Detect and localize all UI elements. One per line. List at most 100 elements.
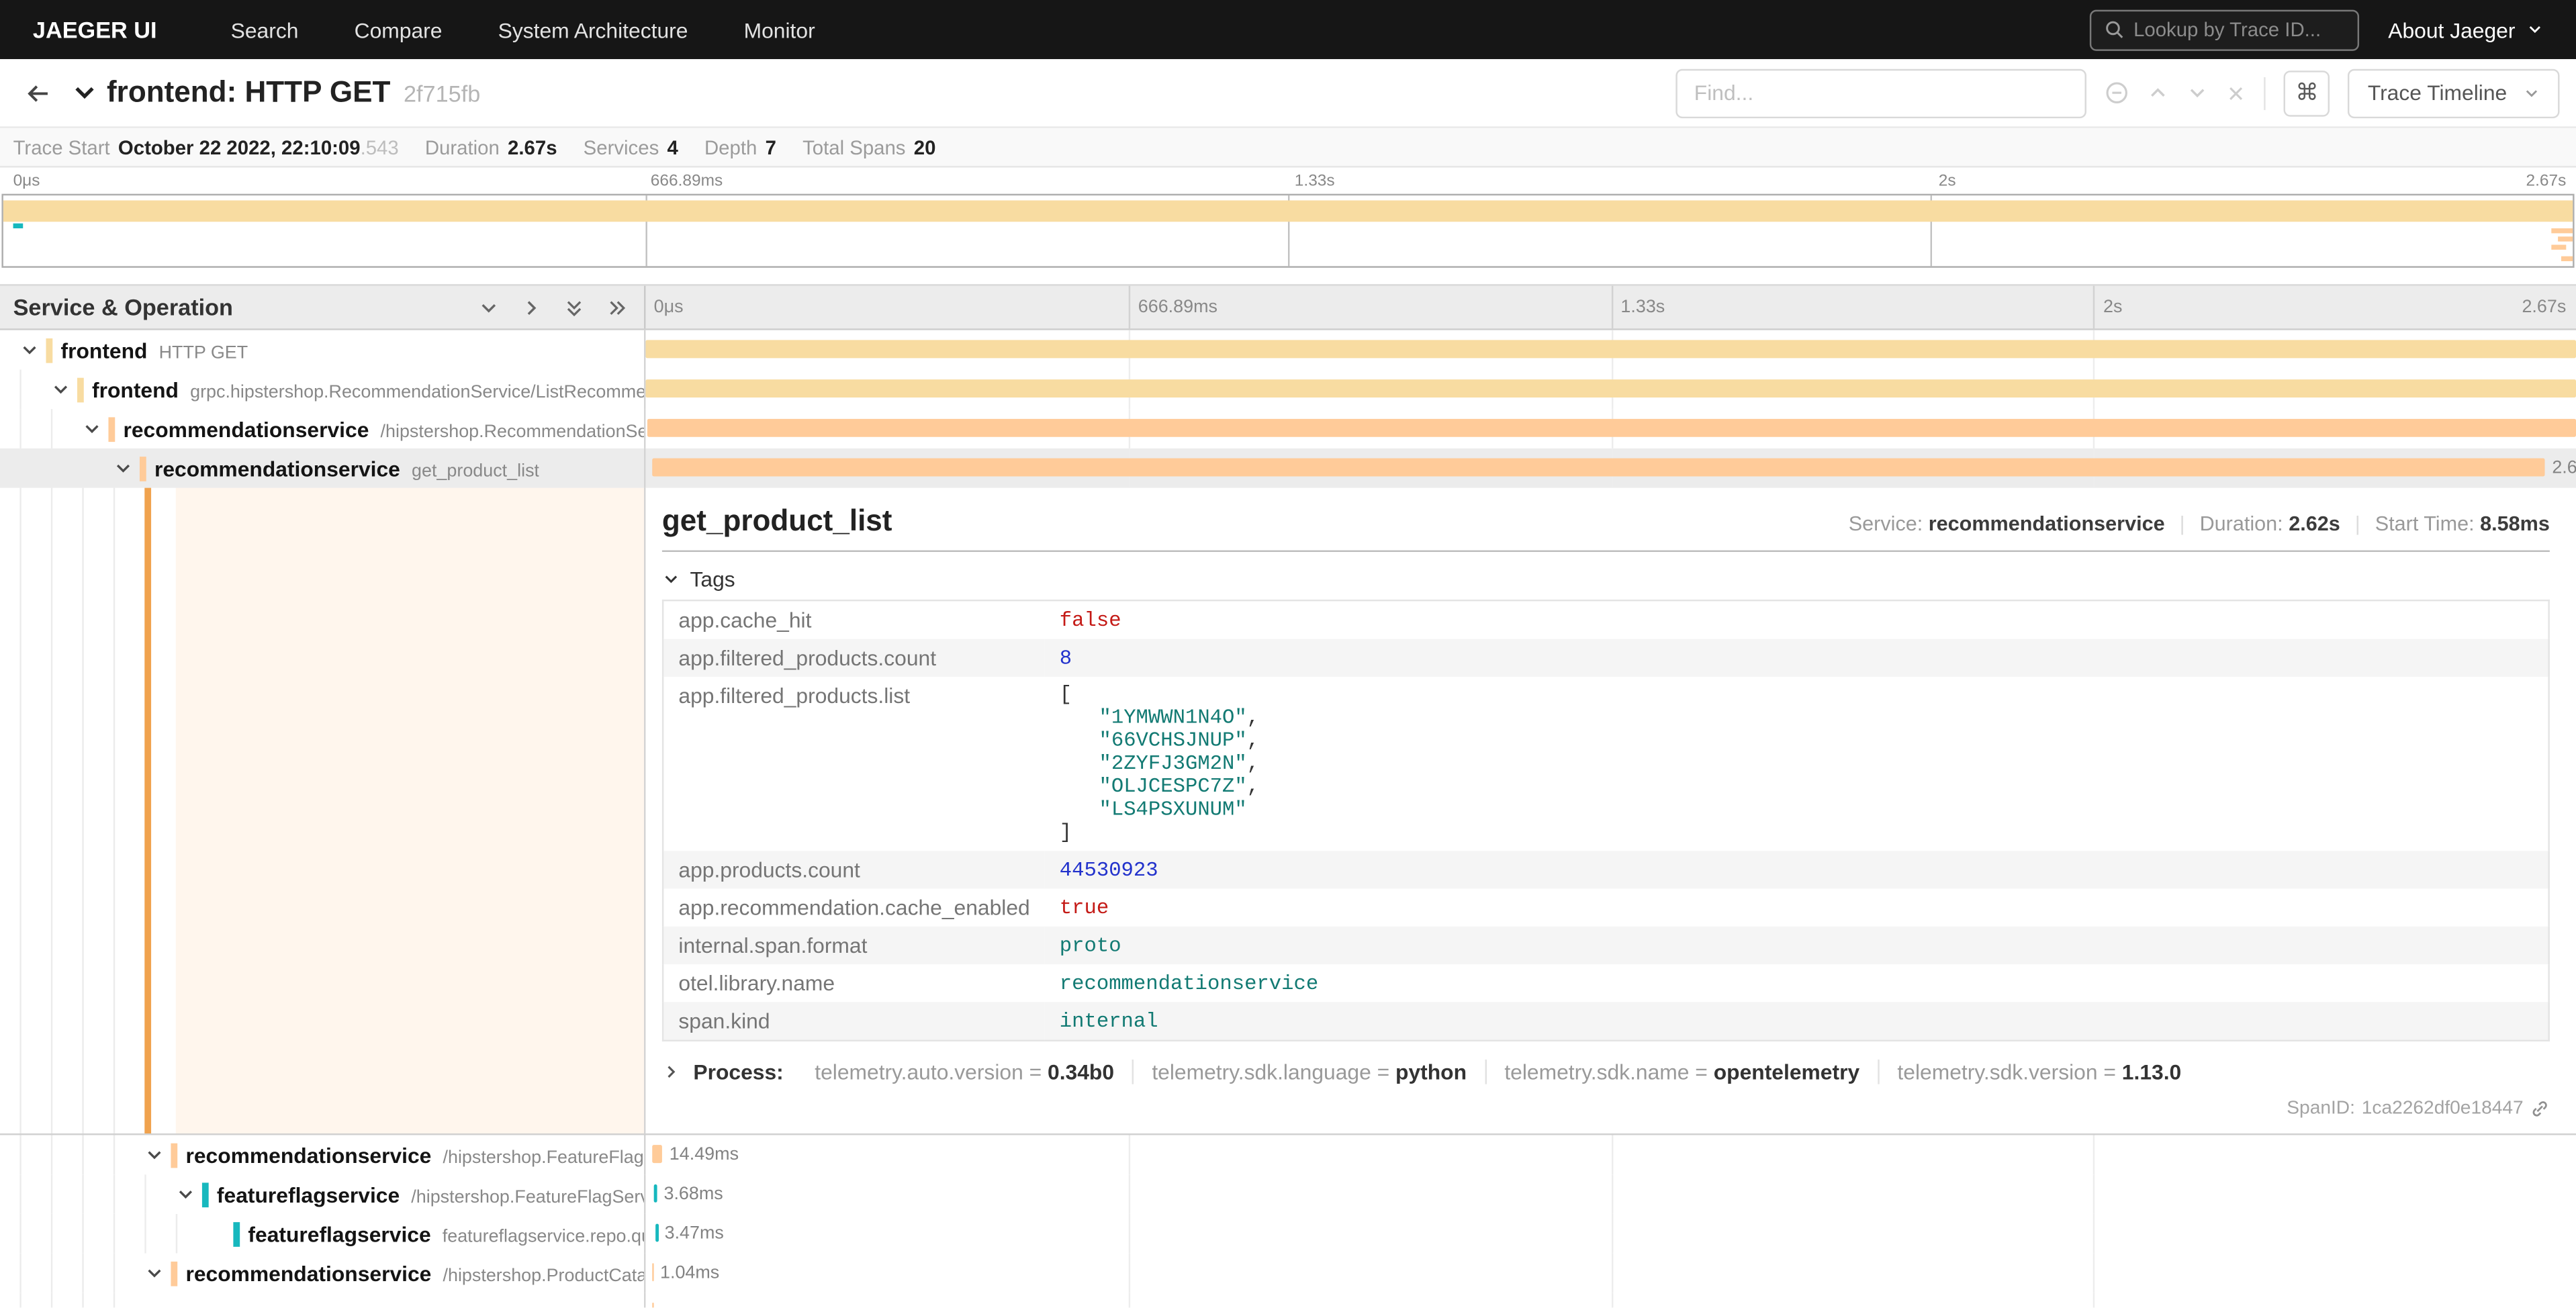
expand-one-icon[interactable] <box>521 297 543 318</box>
summary-label: Total Spans <box>802 136 905 158</box>
span-bar[interactable] <box>652 459 2546 477</box>
span-bar[interactable] <box>645 340 2576 358</box>
span-bar-cell[interactable] <box>645 330 2576 370</box>
process-value: python <box>1395 1060 1467 1084</box>
summary-value: October 22 2022, 22:10:09.543 <box>118 136 399 158</box>
tag-row: app.filtered_products.count8 <box>663 639 2549 677</box>
expand-chevron-icon[interactable] <box>144 1263 171 1282</box>
minimap-canvas[interactable] <box>1 194 2574 268</box>
indent-guide <box>113 1293 144 1307</box>
tag-row: app.recommendation.cache_enabledtrue <box>663 889 2549 927</box>
span-bar-cell[interactable] <box>645 369 2576 409</box>
find-input[interactable] <box>1676 68 2087 118</box>
span-duration-label: 2.62s <box>2546 459 2576 478</box>
keyboard-shortcuts-button[interactable]: ⌘ <box>2284 70 2330 116</box>
span-bar[interactable] <box>653 1303 655 1307</box>
about-jaeger-label: About Jaeger <box>2388 17 2515 42</box>
span-name-cell[interactable]: featureflagservice/hipstershop.FeatureFl… <box>0 1174 645 1214</box>
nav-item-compare[interactable]: Compare <box>326 0 470 59</box>
span-bar[interactable] <box>645 379 2576 398</box>
expand-chevron-icon[interactable] <box>113 459 140 478</box>
trace-view-selector[interactable]: Trace Timeline <box>2348 68 2559 118</box>
collapse-one-icon[interactable] <box>478 297 500 318</box>
span-duration-label: 14.49ms <box>663 1145 739 1164</box>
trace-lookup-input[interactable] <box>2133 18 2344 41</box>
clear-find-icon[interactable] <box>2226 83 2246 103</box>
indent-guide <box>19 1254 50 1293</box>
expand-chevron-icon[interactable] <box>176 1184 202 1204</box>
span-bar-cell[interactable] <box>645 409 2576 449</box>
collapse-all-icon[interactable] <box>563 297 585 318</box>
json-comma: , <box>1247 776 1259 798</box>
span-row[interactable]: frontendgrpc.hipstershop.RecommendationS… <box>0 369 2576 409</box>
tree-controls <box>478 297 628 318</box>
span-name-cell[interactable]: featureflagservicefeatureflagservice.rep… <box>0 1214 645 1254</box>
span-row[interactable]: recommendationservice/hipstershop.Produc… <box>0 1254 2576 1293</box>
tags-accordion[interactable]: Tags <box>662 567 2550 592</box>
nav-item-monitor[interactable]: Monitor <box>716 0 843 59</box>
span-row[interactable]: recommendationservice/hipstershop.Featur… <box>0 1135 2576 1174</box>
trace-lookup-box <box>2089 9 2358 50</box>
span-bar-cell[interactable]: 14.49ms <box>645 1135 2576 1174</box>
operation-name: HTTP GET <box>159 342 248 362</box>
expand-chevron-icon[interactable] <box>144 1145 171 1164</box>
json-string: "LS4PSXUNUM" <box>1099 798 1247 821</box>
tags-section: Tags app.cache_hitfalseapp.filtered_prod… <box>662 567 2550 1041</box>
span-bar[interactable] <box>653 1145 663 1163</box>
expand-chevron-icon[interactable] <box>51 379 77 399</box>
span-name-cell[interactable]: recommendationservice/hipstershop.Recomm… <box>0 409 645 449</box>
span-name-cell[interactable]: recommendationservice/hipstershop.Featur… <box>0 1135 645 1174</box>
tag-key: app.filtered_products.list <box>663 677 1045 851</box>
detail-duration: Duration: 2.62s <box>2200 512 2340 535</box>
app-logo[interactable]: JAEGER UI <box>33 16 157 42</box>
prev-result-icon[interactable] <box>2148 82 2169 103</box>
span-bar-cell[interactable]: 1.04ms <box>645 1254 2576 1293</box>
trace-id: 2f715fb <box>404 81 480 107</box>
nav-item-system-architecture[interactable]: System Architecture <box>470 0 716 59</box>
span-row[interactable] <box>0 1293 2576 1307</box>
about-jaeger-menu[interactable]: About Jaeger <box>2388 17 2543 42</box>
process-row[interactable]: Process: telemetry.auto.version = 0.34b0… <box>662 1060 2550 1084</box>
expand-chevron-icon[interactable] <box>19 340 46 359</box>
span-row[interactable]: featureflagservice/hipstershop.FeatureFl… <box>0 1174 2576 1214</box>
json-list-item: "66VCHSJNUP", <box>1060 729 2534 752</box>
span-name-cell[interactable]: frontendgrpc.hipstershop.RecommendationS… <box>0 369 645 409</box>
timeline-gridline <box>1611 1214 1612 1254</box>
span-row[interactable]: featureflagservicefeatureflagservice.rep… <box>0 1214 2576 1254</box>
span-row[interactable]: recommendationservice/hipstershop.Recomm… <box>0 409 2576 449</box>
nav-item-search[interactable]: Search <box>203 0 326 59</box>
timeline-minimap: 0μs666.89ms1.33s2s2.67s <box>0 171 2576 267</box>
span-row[interactable]: frontendHTTP GET <box>0 330 2576 370</box>
tag-row: app.cache_hitfalse <box>663 600 2549 639</box>
span-id-label: SpanID: <box>2287 1099 2355 1119</box>
link-icon[interactable] <box>2530 1099 2550 1119</box>
timeline-gridline <box>1611 1135 1612 1174</box>
span-bar-cell[interactable]: 3.68ms <box>645 1174 2576 1214</box>
indent-guide <box>19 369 50 409</box>
zoom-out-icon[interactable] <box>2105 81 2129 105</box>
search-icon <box>2104 19 2123 39</box>
expand-chevron-icon[interactable] <box>82 419 108 438</box>
back-button[interactable] <box>13 68 62 118</box>
expand-all-icon[interactable] <box>606 297 628 318</box>
span-bar[interactable] <box>647 419 2576 437</box>
span-name-cell[interactable] <box>0 1293 645 1307</box>
span-name-cell[interactable]: recommendationservice/hipstershop.Produc… <box>0 1254 645 1293</box>
span-bar-cell[interactable] <box>645 1293 2576 1307</box>
operation-name: /hipstershop.RecommendationService/Lis… <box>381 422 644 441</box>
json-close-bracket: ] <box>1060 821 2534 844</box>
span-bar-cell[interactable]: 2.62s <box>645 449 2576 488</box>
span-name-cell[interactable]: frontendHTTP GET <box>0 330 645 370</box>
collapse-trace-chevron-icon[interactable] <box>73 81 97 105</box>
service-name: featureflagservice <box>248 1221 430 1246</box>
indent-guide <box>19 1214 50 1254</box>
span-name-cell[interactable]: recommendationserviceget_product_list <box>0 449 645 488</box>
json-comma: , <box>1247 752 1259 775</box>
service-name: recommendationservice <box>123 416 369 441</box>
summary-total-spans: Total Spans20 <box>802 136 935 158</box>
span-bar-cell[interactable]: 3.47ms <box>645 1214 2576 1254</box>
tag-value-text: recommendationservice <box>1060 972 1318 994</box>
span-row[interactable]: recommendationserviceget_product_list 2.6… <box>0 449 2576 488</box>
next-result-icon[interactable] <box>2187 82 2209 103</box>
timeline-ruler[interactable]: 0μs666.89ms1.33s2s2.67s <box>645 286 2576 329</box>
